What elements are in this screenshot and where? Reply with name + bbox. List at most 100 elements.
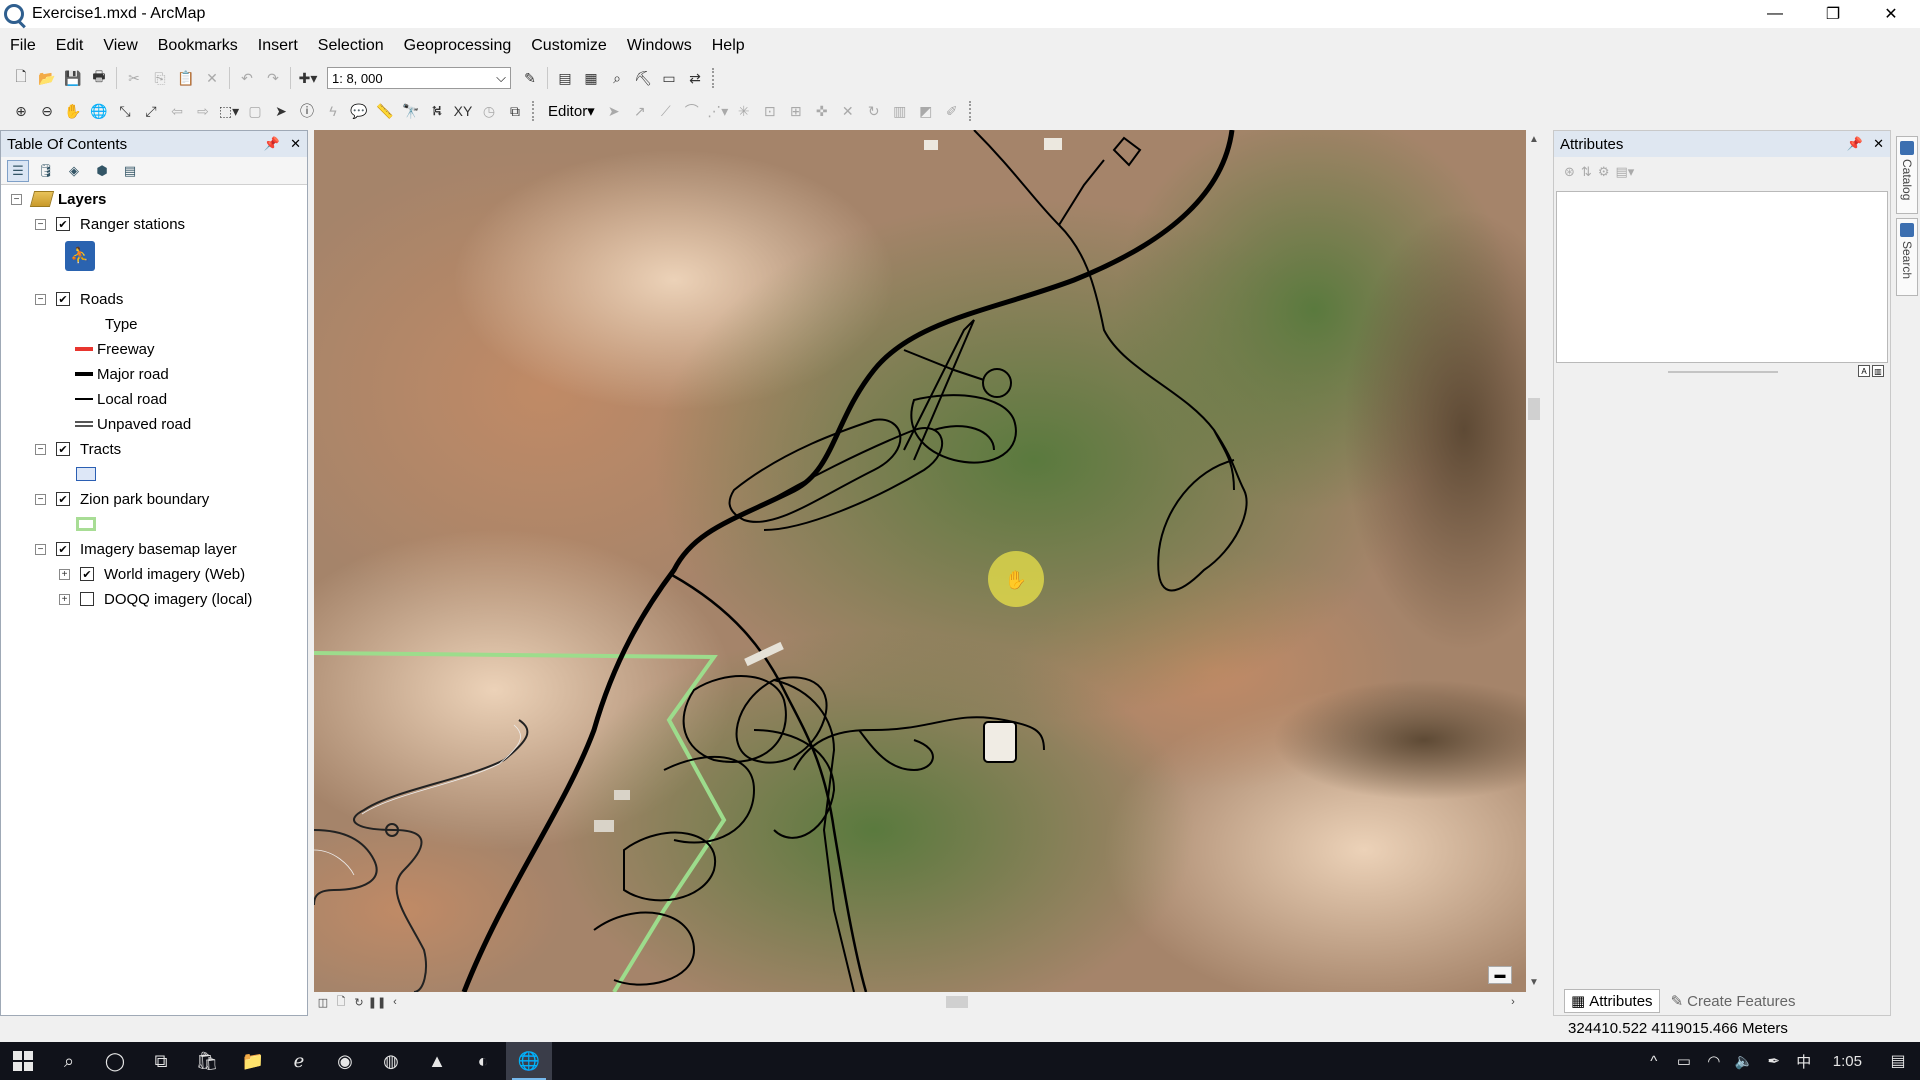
- scroll-down-icon[interactable]: ▼: [1529, 977, 1539, 988]
- options-dropdown-icon[interactable]: ▤▾: [1615, 164, 1634, 180]
- identify-icon[interactable]: ⓘ: [296, 100, 318, 122]
- attributes-splitter[interactable]: [1668, 371, 1778, 373]
- close-icon[interactable]: ✕: [1873, 136, 1884, 152]
- select-elements-arrow-icon[interactable]: ➤: [270, 100, 292, 122]
- toc-layer-tracts[interactable]: − ✔ Tracts: [35, 437, 121, 461]
- arccatalog-icon[interactable]: ◐: [460, 1042, 506, 1080]
- edit-tool-icon[interactable]: ➤: [603, 100, 625, 122]
- endpoint-arc-icon[interactable]: ⌒: [681, 100, 703, 122]
- sort-icon[interactable]: ⇅: [1581, 164, 1592, 180]
- pin-icon[interactable]: 📌: [264, 136, 280, 152]
- delete-icon[interactable]: ✕: [201, 67, 223, 89]
- arcmap-taskbar-icon[interactable]: 🌐: [506, 1042, 552, 1080]
- layout-view-icon[interactable]: 🗋: [332, 994, 350, 1010]
- scroll-up-icon[interactable]: ▲: [1529, 134, 1539, 145]
- volume-icon[interactable]: 🔈: [1729, 1052, 1759, 1070]
- tab-search[interactable]: Search: [1896, 218, 1918, 296]
- menu-insert[interactable]: Insert: [248, 37, 308, 55]
- fixed-zoom-out-icon[interactable]: ⤢: [140, 100, 162, 122]
- toc-options-icon[interactable]: ▤: [119, 160, 141, 182]
- edit-annotation-icon[interactable]: ↗: [629, 100, 651, 122]
- scroll-left-icon[interactable]: ‹: [386, 994, 404, 1010]
- editor-menu-button[interactable]: Editor▾: [542, 102, 601, 120]
- arctoolbox-icon[interactable]: ⛏: [632, 67, 654, 89]
- sketch-properties-icon[interactable]: ◩: [915, 100, 937, 122]
- reshape-icon[interactable]: ⊞: [785, 100, 807, 122]
- search-window-icon[interactable]: ⌕: [606, 67, 628, 89]
- collapse-icon[interactable]: −: [35, 443, 46, 455]
- find-icon[interactable]: 🔭: [400, 100, 422, 122]
- notification-map-icon[interactable]: ▬: [1488, 966, 1512, 984]
- store-icon[interactable]: 🛍: [184, 1042, 230, 1080]
- toc-sublayer-world-imagery[interactable]: + ✔ World imagery (Web): [59, 562, 245, 586]
- point-icon[interactable]: ✳: [733, 100, 755, 122]
- close-button[interactable]: ✕: [1862, 0, 1920, 28]
- acrobat-reader-icon[interactable]: ▲: [414, 1042, 460, 1080]
- toc-layer-ranger-stations[interactable]: − ✔ Ranger stations: [35, 212, 185, 236]
- paste-icon[interactable]: 📋: [175, 67, 197, 89]
- expand-icon[interactable]: +: [59, 568, 70, 580]
- measure-icon[interactable]: 📏: [374, 100, 396, 122]
- edge-browser-icon[interactable]: ℯ: [276, 1042, 322, 1080]
- list-by-drawing-order-icon[interactable]: ☰: [7, 159, 29, 182]
- save-icon[interactable]: 💾: [62, 67, 84, 89]
- trace-icon[interactable]: ⋰▾: [707, 100, 729, 122]
- task-view-icon[interactable]: ⧉: [138, 1042, 184, 1080]
- scroll-right-icon[interactable]: ›: [1504, 994, 1522, 1010]
- collapse-icon[interactable]: −: [35, 493, 46, 505]
- full-extent-globe-icon[interactable]: 🌐: [88, 100, 110, 122]
- split-icon[interactable]: ✕: [837, 100, 859, 122]
- catalog-window-icon[interactable]: ▦: [580, 67, 602, 89]
- toolbar-grip[interactable]: [532, 101, 538, 121]
- menu-edit[interactable]: Edit: [46, 37, 94, 55]
- toc-root-layers[interactable]: − Layers: [11, 187, 106, 211]
- layer-visibility-checkbox[interactable]: ✔: [56, 542, 70, 556]
- layer-visibility-checkbox[interactable]: ✔: [56, 292, 70, 306]
- collapse-icon[interactable]: −: [35, 293, 46, 305]
- menu-file[interactable]: File: [0, 37, 46, 55]
- select-features-icon[interactable]: ⬚▾: [218, 100, 240, 122]
- toc-layer-zion-park-boundary[interactable]: − ✔ Zion park boundary: [35, 487, 209, 511]
- map-horizontal-scrollbar[interactable]: ◫ 🗋 ↻ ❚❚ ‹ ›: [314, 992, 1526, 1012]
- expand-icon[interactable]: +: [59, 593, 70, 605]
- fixed-zoom-in-icon[interactable]: ⤡: [114, 100, 136, 122]
- pin-icon[interactable]: 📌: [1847, 136, 1863, 152]
- html-popup-icon[interactable]: 💬: [348, 100, 370, 122]
- rotate-icon[interactable]: ↻: [863, 100, 885, 122]
- cut-polygons-icon[interactable]: ✜: [811, 100, 833, 122]
- table-of-contents-icon[interactable]: ▤: [554, 67, 576, 89]
- collapse-icon[interactable]: −: [35, 218, 46, 230]
- viewer-window-icon[interactable]: ⧉: [504, 100, 526, 122]
- cortana-circle-icon[interactable]: ◯: [92, 1042, 138, 1080]
- list-by-selection-icon[interactable]: ⬢: [91, 160, 113, 182]
- find-route-icon[interactable]: ⛕: [426, 100, 448, 122]
- list-by-visibility-icon[interactable]: ◈: [63, 160, 85, 182]
- copy-icon[interactable]: ⎘: [149, 67, 171, 89]
- python-window-icon[interactable]: ▭: [658, 67, 680, 89]
- toc-sublayer-doqq-imagery[interactable]: + DOQQ imagery (local): [59, 587, 252, 611]
- file-explorer-icon[interactable]: 📁: [230, 1042, 276, 1080]
- layer-visibility-checkbox[interactable]: [80, 592, 94, 606]
- ime-indicator[interactable]: 中: [1789, 1051, 1819, 1072]
- map-canvas[interactable]: ✋: [314, 130, 1526, 992]
- go-to-xy-icon[interactable]: XY: [452, 100, 474, 122]
- layer-visibility-checkbox[interactable]: ✔: [56, 492, 70, 506]
- taskbar-clock[interactable]: 1:05: [1819, 1053, 1876, 1070]
- horizontal-scroll-thumb[interactable]: [946, 996, 968, 1008]
- vertical-scroll-thumb[interactable]: [1528, 398, 1540, 420]
- menu-windows[interactable]: Windows: [617, 37, 702, 55]
- model-builder-icon[interactable]: ⇄: [684, 67, 706, 89]
- new-document-icon[interactable]: 🗋: [10, 67, 32, 89]
- collapse-icon[interactable]: −: [35, 543, 46, 555]
- undo-icon[interactable]: ↶: [236, 67, 258, 89]
- toolbar-grip[interactable]: [968, 101, 975, 121]
- sort-az-icon[interactable]: A: [1858, 365, 1870, 377]
- tab-create-features[interactable]: ✎ Create Features: [1663, 989, 1803, 1013]
- show-features-icon[interactable]: ⊛: [1564, 164, 1575, 180]
- list-by-source-icon[interactable]: 🛢: [35, 160, 57, 182]
- zoom-out-icon[interactable]: ⊖: [36, 100, 58, 122]
- open-folder-icon[interactable]: 📂: [36, 67, 58, 89]
- toolbar-grip[interactable]: [712, 68, 718, 88]
- wifi-icon[interactable]: ◠: [1699, 1052, 1729, 1070]
- attributes-icon[interactable]: ▥: [889, 100, 911, 122]
